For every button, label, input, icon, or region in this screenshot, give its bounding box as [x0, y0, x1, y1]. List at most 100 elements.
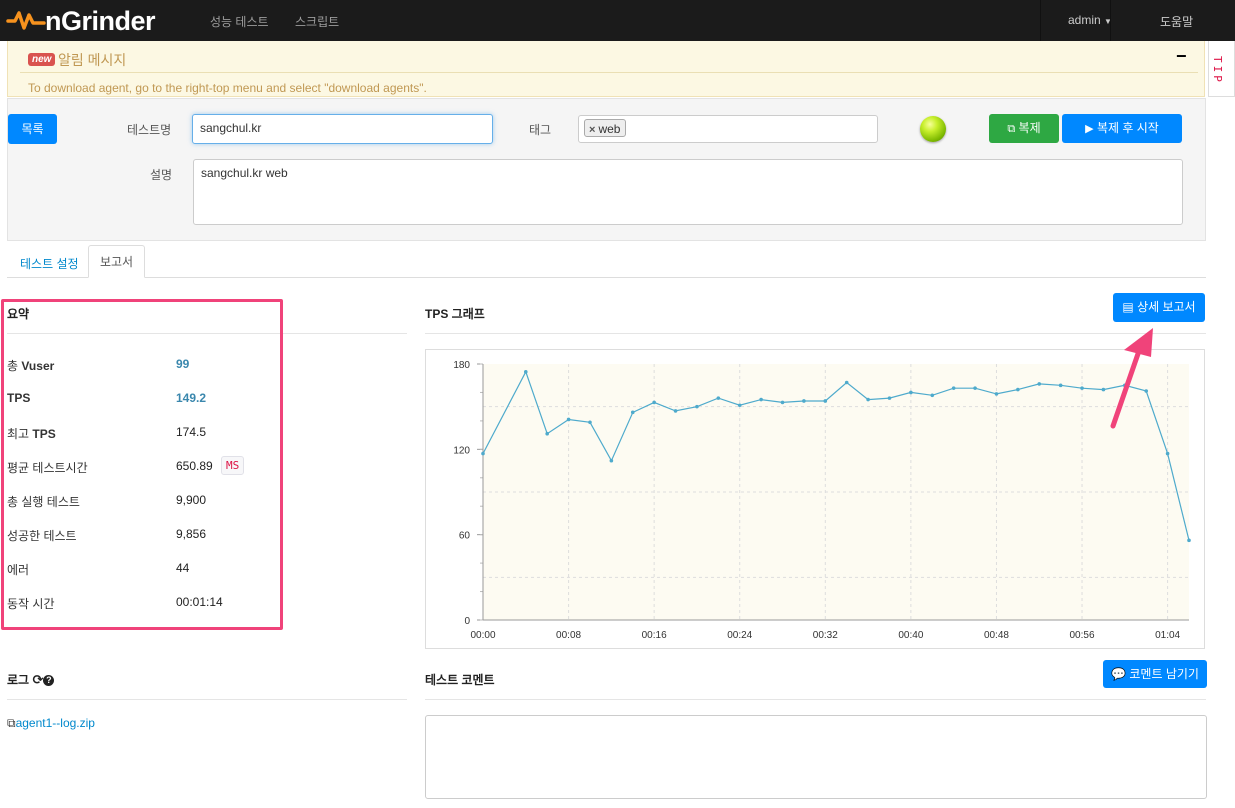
list-button[interactable]: 목록 — [8, 114, 57, 144]
y-tick-label: 120 — [453, 445, 470, 456]
tps-data-point — [1037, 382, 1042, 386]
tps-data-point — [481, 451, 485, 456]
notice-message: To download agent, go to the right-top m… — [28, 81, 427, 95]
tps-data-point — [1187, 538, 1191, 543]
description-textarea[interactable]: sangchul.kr web — [193, 159, 1183, 225]
nav-help[interactable]: 도움말 — [1160, 13, 1193, 30]
detail-report-label: 상세 보고서 — [1137, 300, 1196, 314]
tps-data-point — [1165, 451, 1170, 456]
tps-data-point — [609, 458, 614, 463]
collapse-notice-button[interactable]: − — [1176, 46, 1187, 67]
tps-chart: 00:00 00:08 00:16 00:24 00:32 00:40 00:48 00:56… — [453, 360, 1191, 641]
app-logo[interactable]: nGrinder — [45, 6, 156, 37]
tag-chip-label: web — [598, 122, 621, 136]
x-tick-label: 00:00 — [470, 630, 495, 641]
comment-textarea[interactable] — [425, 715, 1207, 799]
tps-data-point — [716, 396, 721, 400]
tps-data-point — [1080, 386, 1084, 390]
nav-divider — [1040, 0, 1041, 41]
detail-report-button[interactable]: ▤ 상세 보고서 — [1113, 293, 1205, 322]
remove-tag-icon[interactable]: × — [589, 124, 595, 136]
x-tick-label: 01:04 — [1155, 630, 1180, 641]
copy-icon: ⧉ — [1007, 123, 1016, 135]
nav-perf-test[interactable]: 성능 테스트 — [210, 13, 269, 30]
document-icon: ▤ — [1122, 300, 1134, 314]
top-navbar — [0, 0, 1235, 41]
tps-data-point — [1016, 387, 1020, 392]
tag-chip[interactable]: × web — [584, 119, 627, 137]
tps-data-point — [545, 431, 549, 436]
log-title-text: 로그 — [7, 673, 30, 687]
tps-data-point — [630, 410, 635, 415]
refresh-icon[interactable]: ⟳ — [32, 672, 43, 687]
tps-data-point — [844, 380, 849, 385]
tabs-divider — [7, 277, 1206, 278]
new-badge: new — [28, 53, 56, 66]
tip-label: TIP — [1211, 56, 1224, 85]
copy-and-start-label: 복제 후 시작 — [1096, 121, 1159, 135]
x-tick-label: 00:40 — [898, 630, 923, 641]
tps-data-point — [951, 386, 956, 390]
y-tick-label: 180 — [453, 360, 470, 371]
tps-data-point — [523, 370, 528, 374]
tab-report[interactable]: 보고서 — [88, 245, 145, 278]
x-tick-label: 00:56 — [1070, 630, 1095, 641]
tps-data-point — [652, 400, 656, 405]
play-icon: ▶ — [1085, 123, 1094, 135]
tps-data-point — [802, 399, 806, 403]
tps-data-point — [759, 397, 763, 402]
y-tick-label: 0 — [464, 616, 470, 627]
x-tick-label: 00:32 — [813, 630, 838, 641]
notice-divider — [20, 72, 1198, 73]
tps-data-point — [1058, 383, 1063, 388]
copy-button[interactable]: ⧉ 복제 — [989, 114, 1059, 143]
tps-data-point — [566, 417, 571, 422]
tag-label: 태그 — [529, 123, 552, 137]
tps-data-point — [737, 403, 742, 408]
tps-graph-title: TPS 그래프 — [425, 307, 485, 321]
tps-data-point — [887, 396, 892, 400]
tps-divider — [425, 333, 1206, 334]
speech-bubble-icon: 💬 — [1111, 667, 1127, 681]
x-tick-label: 00:24 — [727, 630, 752, 641]
tps-data-point — [930, 393, 935, 398]
leave-comment-label: 코멘트 남기기 — [1129, 667, 1199, 681]
tps-data-point — [780, 400, 785, 405]
tps-data-point — [866, 397, 870, 402]
log-title: 로그 ⟳? — [7, 671, 55, 688]
tab-test-settings[interactable]: 테스트 설정 — [20, 255, 79, 272]
nav-admin-dropdown[interactable]: admin ▼ — [1068, 13, 1112, 27]
leave-comment-button[interactable]: 💬 코멘트 남기기 — [1103, 660, 1207, 688]
description-label: 설명 — [150, 168, 173, 182]
tps-data-point — [695, 404, 699, 409]
test-status-indicator — [920, 116, 946, 142]
logo-wave-icon[interactable] — [6, 9, 46, 31]
tps-data-point — [994, 392, 999, 396]
admin-label: admin — [1068, 13, 1101, 27]
nav-divider — [1110, 0, 1111, 41]
comment-divider — [425, 699, 1206, 700]
test-comment-title: 테스트 코멘트 — [425, 673, 495, 687]
annotation-arrow-icon — [1110, 328, 1153, 429]
notice-title: 알림 메시지 — [58, 52, 127, 68]
nav-script[interactable]: 스크립트 — [295, 13, 339, 30]
tps-data-point — [973, 386, 977, 390]
tps-data-point — [909, 390, 913, 395]
app-logo-text: nGrinder — [45, 6, 156, 36]
y-tick-label: 60 — [459, 531, 471, 542]
tps-data-point — [673, 409, 678, 413]
test-name-input[interactable]: sangchul.kr — [192, 114, 493, 144]
external-link-icon: ⧉ — [7, 716, 16, 730]
tps-data-point — [823, 399, 828, 403]
tps-data-point — [588, 420, 592, 425]
x-tick-label: 00:08 — [556, 630, 581, 641]
test-name-label: 테스트명 — [127, 123, 172, 137]
highlight-annotation-box — [1, 299, 283, 630]
log-divider — [7, 699, 407, 700]
help-icon[interactable]: ? — [43, 675, 55, 686]
copy-and-start-button[interactable]: ▶ 복제 후 시작 — [1062, 114, 1182, 143]
copy-button-label: 복제 — [1018, 121, 1041, 135]
log-file-name: agent1--log.zip — [15, 716, 95, 730]
x-tick-label: 00:48 — [984, 630, 1009, 641]
log-file-link[interactable]: ⧉agent1--log.zip — [7, 716, 95, 731]
